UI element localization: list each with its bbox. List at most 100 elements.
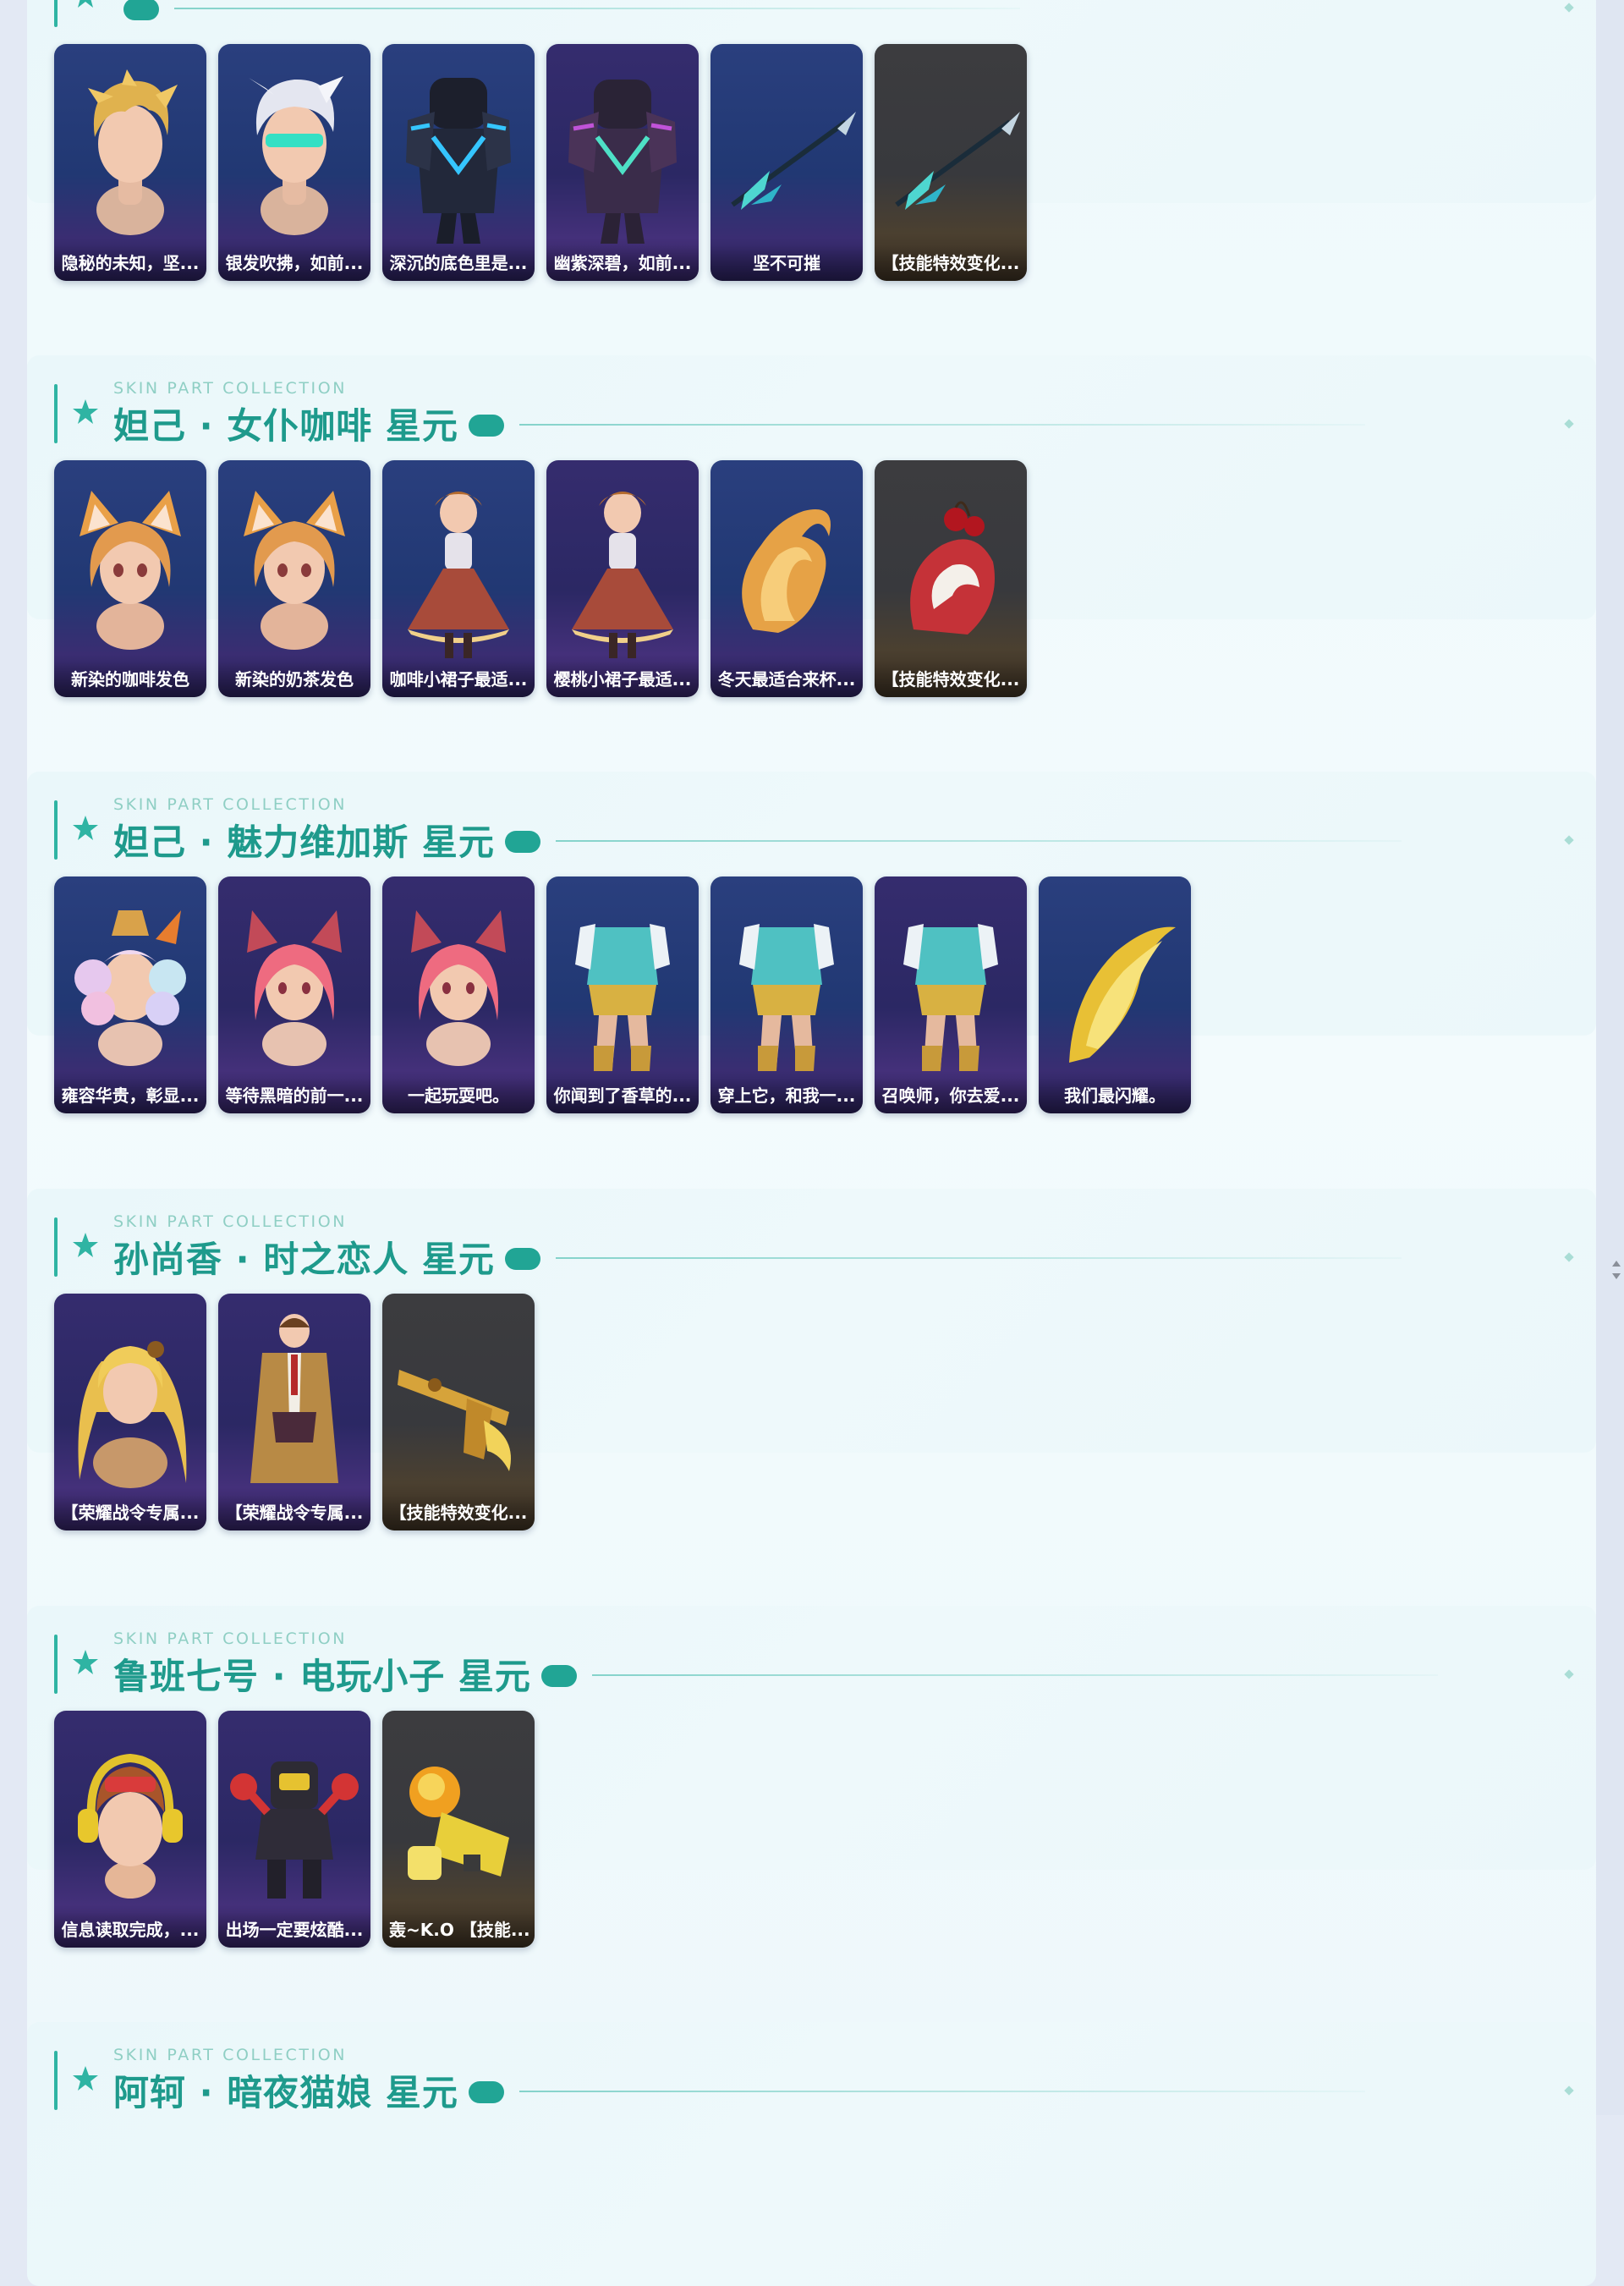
skin-part-card[interactable]: 出场一定要炫酷...: [218, 1711, 370, 1948]
skin-part-card[interactable]: 银发吹拂，如前...: [218, 44, 370, 281]
card-label: 樱桃小裙子最适...: [546, 662, 699, 697]
section-title: 鲁班七号 · 电玩小子 星元: [113, 1655, 531, 1697]
star-icon: [71, 0, 100, 10]
card-label: 一起玩耍吧。: [382, 1078, 535, 1113]
section-title-row: 孙尚香 · 时之恋人 星元: [113, 1233, 1402, 1280]
section-kicker: SKIN PART COLLECTION: [113, 379, 348, 398]
section-title-row: 鲁班七号 · 电玩小子 星元: [113, 1650, 1438, 1697]
fox-ear-hair-icon: [80, 491, 181, 650]
card-label: 我们最闪耀。: [1039, 1078, 1191, 1113]
section-kicker: SKIN PART COLLECTION: [113, 795, 348, 814]
section-title: 孙尚香 · 时之恋人 星元: [113, 1238, 495, 1280]
star-icon: [71, 2064, 100, 2093]
dress-icon: [572, 492, 673, 658]
golden-gun-icon: [398, 1370, 511, 1471]
card-label: 坚不可摧: [710, 245, 863, 281]
fox-ear-hair-icon: [244, 491, 345, 650]
section-badge: [468, 2081, 504, 2103]
skin-part-card[interactable]: 新染的咖啡发色: [54, 460, 206, 697]
skin-part-card[interactable]: 深沉的底色里是...: [382, 44, 535, 281]
skin-part-card[interactable]: 【荣耀战令专属...: [54, 1294, 206, 1530]
skin-part-card[interactable]: 轰~K.O 【技能...: [382, 1711, 535, 1948]
skin-part-card[interactable]: 咖啡小裙子最适...: [382, 460, 535, 697]
star-icon: [71, 1648, 100, 1677]
skin-part-card[interactable]: 【技能特效变化...: [875, 44, 1027, 281]
skin-part-card[interactable]: 【荣耀战令专属...: [218, 1294, 370, 1530]
skin-part-card[interactable]: 你闻到了香草的...: [546, 876, 699, 1113]
section-title: 妲己 · 女仆咖啡 星元: [113, 404, 458, 447]
divider-end-dot: [1564, 3, 1574, 13]
card-row: 信息读取完成，... 出场一定要炫酷... 轰~K.O 【技能...: [54, 1711, 535, 1948]
skin-section: SKIN PART COLLECTION 妲己 · 魅力维加斯 星元 雍容华贵，…: [27, 772, 1596, 1113]
card-label: 隐秘的未知，坚...: [54, 245, 206, 281]
scroll-arrows-icon[interactable]: [1610, 1259, 1622, 1281]
star-icon: [71, 814, 100, 843]
cherry-effect-icon: [910, 501, 995, 635]
section-accent-bar: [54, 2051, 58, 2110]
card-label: 咖啡小裙子最适...: [382, 662, 535, 697]
card-label: 银发吹拂，如前...: [218, 245, 370, 281]
purple-armor-icon: [568, 80, 677, 244]
card-label: 雍容华贵，彰显...: [54, 1078, 206, 1113]
spear-icon: [895, 112, 1020, 210]
title-divider: [518, 424, 1365, 426]
skin-part-card[interactable]: 召唤师，你去爱...: [875, 876, 1027, 1113]
section-accent-bar: [54, 0, 58, 27]
skin-section: SKIN PART COLLECTION 阿轲 · 暗夜猫娘 星元: [27, 2022, 1596, 2286]
skin-part-card[interactable]: 樱桃小裙子最适...: [546, 460, 699, 697]
card-label: 信息读取完成，...: [54, 1912, 206, 1948]
title-divider: [555, 840, 1402, 842]
card-label: 【技能特效变化...: [875, 245, 1027, 281]
title-divider: [555, 1257, 1402, 1259]
skin-part-card[interactable]: 等待黑暗的前一...: [218, 876, 370, 1113]
fox-tail-icon: [742, 509, 831, 633]
pink-hair-icon: [247, 910, 342, 1066]
section-badge: [540, 1665, 577, 1687]
skin-section: SKIN PART COLLECTION 鲁班七号 · 电玩小子 星元 信息读取…: [27, 1606, 1596, 1948]
robot-body-icon: [230, 1761, 359, 1899]
card-label: 出场一定要炫酷...: [218, 1912, 370, 1948]
card-label: 幽紫深碧，如前...: [546, 245, 699, 281]
skin-part-card[interactable]: 穿上它，和我一...: [710, 876, 863, 1113]
skin-part-card[interactable]: 新染的奶茶发色: [218, 460, 370, 697]
skin-part-card[interactable]: 【技能特效变化...: [382, 1294, 535, 1530]
card-label: 召唤师，你去爱...: [875, 1078, 1027, 1113]
scrollbar-track[interactable]: [1596, 0, 1624, 2115]
section-title-row: [113, 0, 1020, 30]
toy-gun-icon: [408, 1767, 509, 1880]
skin-part-card[interactable]: 雍容华贵，彰显...: [54, 876, 206, 1113]
outfit-icon: [739, 924, 834, 1071]
skin-section: SKIN PART COLLECTION 妲己 · 女仆咖啡 星元 新染的咖啡发…: [27, 355, 1596, 697]
card-label: 穿上它，和我一...: [710, 1078, 863, 1113]
skin-part-card[interactable]: 幽紫深碧，如前...: [546, 44, 699, 281]
skin-part-card[interactable]: 信息读取完成，...: [54, 1711, 206, 1948]
skin-part-card[interactable]: 我们最闪耀。: [1039, 876, 1191, 1113]
section-badge: [504, 831, 540, 853]
skin-part-card[interactable]: 一起玩耍吧。: [382, 876, 535, 1113]
title-divider: [591, 1674, 1438, 1676]
blonde-hair-icon: [88, 69, 178, 235]
skin-part-card[interactable]: 冬天最适合来杯...: [710, 460, 863, 697]
spear-icon: [731, 112, 856, 210]
card-label: 新染的奶茶发色: [218, 662, 370, 697]
skin-part-card[interactable]: 【技能特效变化...: [875, 460, 1027, 697]
card-label: 你闻到了香草的...: [546, 1078, 699, 1113]
skin-part-card[interactable]: 隐秘的未知，坚...: [54, 44, 206, 281]
skin-part-card[interactable]: 坚不可摧: [710, 44, 863, 281]
card-label: 【技能特效变化...: [382, 1495, 535, 1530]
section-accent-bar: [54, 1635, 58, 1694]
card-row: 【荣耀战令专属... 【荣耀战令专属... 【技能特效变化...: [54, 1294, 535, 1530]
title-divider: [174, 8, 1020, 9]
divider-end-dot: [1564, 1669, 1574, 1679]
section-title: 妲己 · 魅力维加斯 星元: [113, 821, 495, 863]
star-icon: [71, 398, 100, 426]
divider-end-dot: [1564, 835, 1574, 845]
section-title-row: 阿轲 · 暗夜猫娘 星元: [113, 2066, 1365, 2113]
section-kicker: SKIN PART COLLECTION: [113, 2046, 348, 2064]
card-label: 深沉的底色里是...: [382, 245, 535, 281]
card-label: 新染的咖啡发色: [54, 662, 206, 697]
silver-hair-visor-icon: [249, 76, 343, 235]
golden-tail-icon: [1069, 926, 1176, 1063]
star-icon: [71, 1231, 100, 1260]
section-title-row: 妲己 · 女仆咖啡 星元: [113, 399, 1365, 447]
